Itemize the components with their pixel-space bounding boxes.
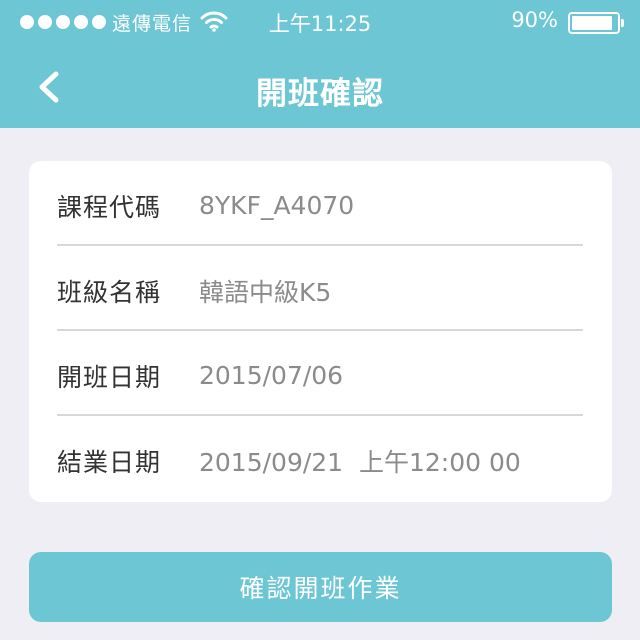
status-bar: 遠傳電信 上午11:25 90%	[0, 0, 640, 44]
detail-row-end-date: 結業日期 2015/09/21 上午12:00 00	[57, 418, 583, 503]
battery-percent: 90%	[511, 8, 558, 32]
class-details-card: 課程代碼 8YKF_A4070 班級名稱 韓語中級K5 開班日期 2015/07…	[29, 161, 612, 502]
battery-icon	[568, 12, 624, 34]
detail-label: 結業日期	[57, 447, 162, 477]
detail-label: 班級名稱	[57, 277, 162, 307]
detail-label: 開班日期	[57, 362, 162, 392]
detail-row-course-code: 課程代碼 8YKF_A4070	[57, 163, 583, 248]
page-title: 開班確認	[256, 76, 384, 112]
detail-value: 韓語中級K5	[199, 277, 332, 307]
detail-row-class-name: 班級名稱 韓語中級K5	[57, 248, 583, 333]
detail-row-start-date: 開班日期 2015/07/06	[57, 333, 583, 418]
divider	[57, 414, 583, 416]
divider	[57, 329, 583, 331]
confirm-class-button[interactable]: 確認開班作業	[29, 552, 612, 622]
detail-value: 2015/07/06	[199, 361, 344, 390]
detail-value: 8YKF_A4070	[199, 191, 355, 220]
detail-value: 2015/09/21 上午12:00 00	[199, 447, 521, 477]
header-bar: 遠傳電信 上午11:25 90% 開班確認	[0, 0, 640, 128]
divider	[57, 244, 583, 246]
detail-label: 課程代碼	[57, 192, 162, 222]
battery-level-fill	[572, 16, 612, 30]
